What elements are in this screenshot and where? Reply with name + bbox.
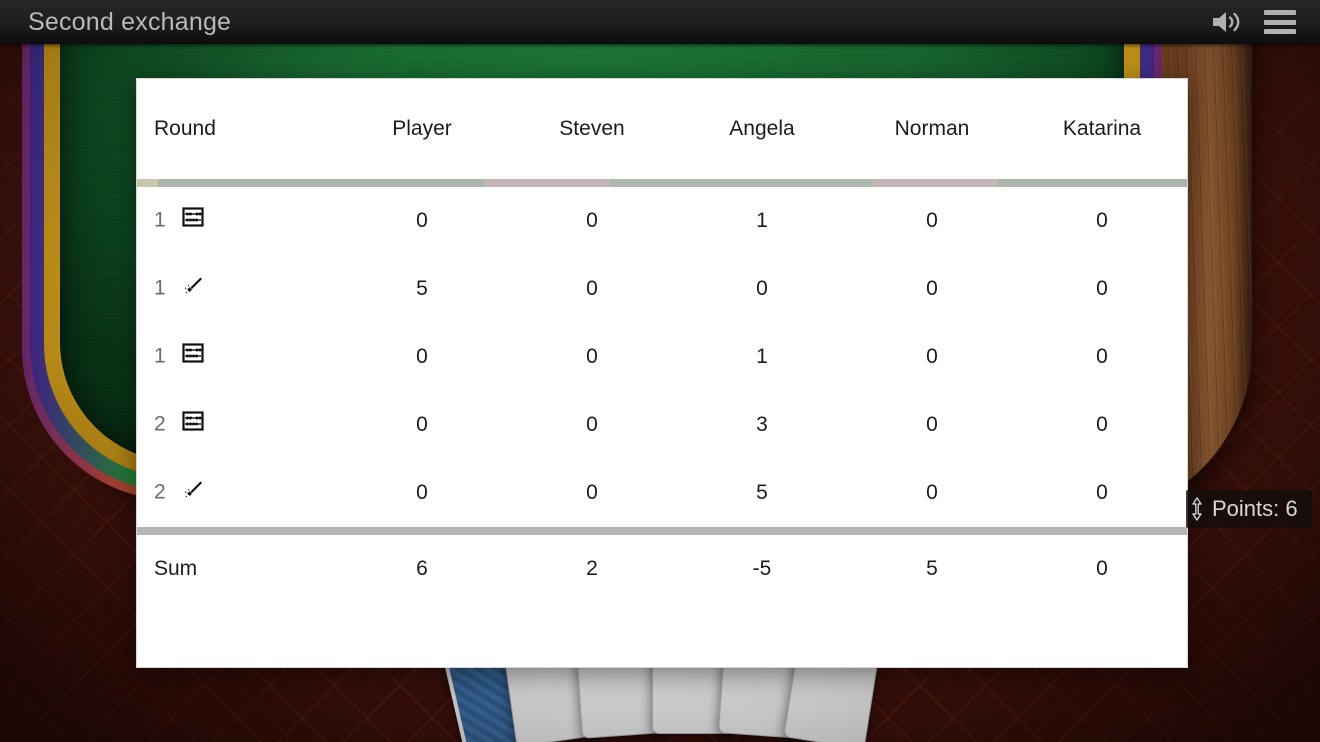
round-cell: 1 (137, 187, 337, 255)
table-row[interactable]: 2 0 0 5 0 0 (137, 459, 1187, 527)
score-cell-katarina: 0 (1096, 277, 1108, 300)
score-cell-steven: 0 (586, 413, 598, 436)
summary-cell-steven: 2 (586, 557, 598, 580)
abacus-icon (181, 410, 204, 438)
abacus-icon (181, 342, 204, 370)
summary-label: Sum (154, 557, 198, 580)
header-divider (137, 179, 1187, 187)
column-header-katarina: Katarina (1062, 117, 1142, 140)
summary-cell-player: 6 (416, 557, 428, 580)
score-cell-steven: 0 (586, 277, 598, 300)
sound-toggle-button[interactable] (1210, 8, 1244, 36)
scoreboard-summary-table: Sum 6 2 -5 5 0 (137, 535, 1187, 603)
round-cell: 2 (137, 391, 337, 459)
table-row[interactable]: 1 0 0 1 0 0 (137, 323, 1187, 391)
scoreboard-header-table: Round Player Steven Angela Norman Katari… (137, 79, 1187, 179)
score-cell-norman: 0 (926, 277, 938, 300)
round-cell: 2 (137, 459, 337, 527)
hamburger-menu-icon (1264, 10, 1296, 34)
abacus-icon (181, 206, 204, 234)
score-cell-norman: 0 (926, 209, 938, 232)
points-label: Points: 6 (1212, 496, 1298, 521)
round-cell: 1 (137, 255, 337, 323)
score-cell-player: 0 (416, 481, 428, 504)
up-down-arrow-icon (1190, 497, 1204, 521)
points-badge[interactable]: Points: 6 (1186, 490, 1312, 528)
table-row[interactable]: 1 5 0 0 0 0 (137, 255, 1187, 323)
score-cell-angela: 1 (756, 345, 768, 368)
score-cell-norman: 0 (926, 413, 938, 436)
page-title: Second exchange (28, 7, 232, 36)
summary-cell-katarina: 0 (1096, 557, 1108, 580)
summary-row: Sum 6 2 -5 5 0 (137, 535, 1187, 603)
column-header-player: Player (392, 117, 452, 140)
score-cell-norman: 0 (926, 345, 938, 368)
round-number: 1 (154, 208, 166, 232)
score-cell-katarina: 0 (1096, 209, 1108, 232)
score-cell-angela: 1 (756, 209, 768, 232)
score-panel: Round Player Steven Angela Norman Katari… (136, 78, 1188, 668)
score-cell-steven: 0 (586, 209, 598, 232)
score-cell-player: 5 (416, 277, 428, 300)
score-cell-angela: 5 (756, 481, 768, 504)
menu-button[interactable] (1264, 10, 1296, 34)
scoreboard-header-row: Round Player Steven Angela Norman Katari… (137, 79, 1187, 179)
score-cell-player: 0 (416, 413, 428, 436)
summary-divider (137, 527, 1187, 535)
score-cell-katarina: 0 (1096, 481, 1108, 504)
score-cell-angela: 0 (756, 277, 768, 300)
column-header-round: Round (154, 117, 216, 140)
table-row[interactable]: 2 0 0 3 0 0 (137, 391, 1187, 459)
score-cell-katarina: 0 (1096, 345, 1108, 368)
round-number: 1 (154, 344, 166, 368)
top-app-bar: Second exchange (0, 0, 1320, 44)
score-cell-player: 0 (416, 345, 428, 368)
scoreboard-body-table: 1 0 0 1 0 0 1 5 0 0 0 0 1 0 0 1 0 0 2 0 … (137, 187, 1187, 527)
summary-cell-angela: -5 (752, 557, 772, 580)
magic-wand-icon (182, 478, 204, 506)
score-cell-angela: 3 (756, 413, 768, 436)
app-root: 9 Q 7 10 J Points: 6 Round Player Steven… (0, 0, 1320, 742)
round-cell: 1 (137, 323, 337, 391)
score-cell-player: 0 (416, 209, 428, 232)
summary-cell-norman: 5 (926, 557, 938, 580)
score-cell-steven: 0 (586, 481, 598, 504)
magic-wand-icon (182, 274, 204, 302)
speaker-volume-icon (1210, 8, 1244, 36)
score-cell-katarina: 0 (1096, 413, 1108, 436)
column-header-angela: Angela (729, 117, 795, 140)
round-number: 2 (154, 412, 166, 436)
column-header-norman: Norman (894, 117, 970, 140)
table-row[interactable]: 1 0 0 1 0 0 (137, 187, 1187, 255)
topbar-actions (1210, 8, 1296, 36)
round-number: 1 (154, 276, 166, 300)
score-cell-steven: 0 (586, 345, 598, 368)
score-cell-norman: 0 (926, 481, 938, 504)
round-number: 2 (154, 480, 166, 504)
column-header-steven: Steven (559, 117, 625, 140)
